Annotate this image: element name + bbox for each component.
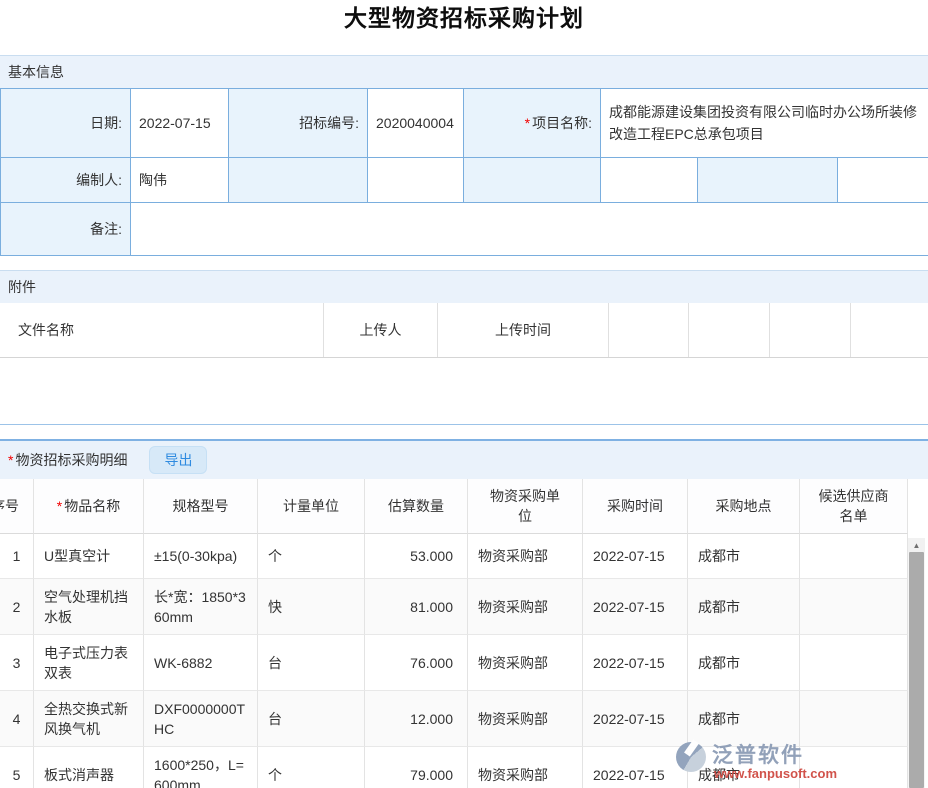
- cell-spec: 长*宽：1850*360mm: [144, 579, 258, 635]
- cell-suppliers: [800, 635, 908, 691]
- required-asterisk: *: [8, 452, 13, 468]
- basic-info-form: 日期: 2022-07-15 招标编号: 2020040004 *项目名称: 成…: [0, 88, 928, 256]
- watermark-brand: 泛普软件: [712, 739, 804, 769]
- table-row: 2 空气处理机挡水板 长*宽：1850*360mm 快 81.000 物资采购部…: [0, 579, 908, 635]
- vendor-watermark: 泛普软件 www.fanpusoft.com: [676, 737, 916, 785]
- cell-qty: 53.000: [365, 534, 468, 579]
- col-purchase-place: 采购地点: [688, 479, 800, 534]
- cell-spec: WK-6882: [144, 635, 258, 691]
- cell-suppliers: [800, 534, 908, 579]
- required-asterisk: *: [525, 115, 530, 131]
- procurement-plan-page: 大型物资招标采购计划 基本信息 日期: 2022-07-15 招标编号: 202…: [0, 0, 928, 788]
- col-unit: 计量单位: [258, 479, 365, 534]
- empty-value-cell: [368, 158, 464, 203]
- cell-item-name: 空气处理机挡水板: [34, 579, 144, 635]
- empty-label-cell: [698, 158, 838, 203]
- details-section-title: 物资招标采购明细: [15, 450, 127, 470]
- attachments-table: 文件名称 上传人 上传时间: [0, 303, 928, 425]
- cell-unit: 台: [258, 635, 365, 691]
- table-row: 3 电子式压力表双表 WK-6882 台 76.000 物资采购部 2022-0…: [0, 635, 908, 691]
- empty-label-cell: [464, 158, 601, 203]
- date-value: 2022-07-15: [131, 89, 229, 158]
- cell-seq: 5: [0, 747, 34, 788]
- cell-unit: 台: [258, 691, 365, 747]
- cell-dept: 物资采购部: [468, 635, 583, 691]
- cell-spec: 1600*250，L=600mm: [144, 747, 258, 788]
- cell-qty: 81.000: [365, 579, 468, 635]
- cell-dept: 物资采购部: [468, 534, 583, 579]
- cell-qty: 12.000: [365, 691, 468, 747]
- bid-no-label: 招标编号:: [229, 89, 368, 158]
- attach-col-empty: [689, 303, 770, 357]
- details-section-header: * 物资招标采购明细 导出: [0, 441, 928, 479]
- cell-seq: 3: [0, 635, 34, 691]
- attach-col-filename: 文件名称: [0, 303, 324, 357]
- table-row: 1 U型真空计 ±15(0-30kpa) 个 53.000 物资采购部 2022…: [0, 534, 908, 579]
- attach-col-uploader: 上传人: [324, 303, 438, 357]
- cell-dept: 物资采购部: [468, 747, 583, 788]
- attach-col-empty: [770, 303, 851, 357]
- cell-spec: ±15(0-30kpa): [144, 534, 258, 579]
- cell-dept: 物资采购部: [468, 579, 583, 635]
- col-purchase-dept: 物资采购单位: [468, 479, 583, 534]
- cell-time: 2022-07-15: [583, 747, 688, 788]
- scroll-up-arrow-icon[interactable]: ▲: [908, 538, 925, 552]
- fanpu-logo-icon: [676, 742, 706, 772]
- col-spec-model: 规格型号: [144, 479, 258, 534]
- project-name-label: *项目名称:: [464, 89, 601, 158]
- cell-qty: 79.000: [365, 747, 468, 788]
- details-header-row: 序号 *物品名称 规格型号 计量单位 估算数量 物资采购单位 采购时间 采购地点…: [0, 479, 908, 534]
- cell-place: 成都市: [688, 579, 800, 635]
- cell-spec: DXF0000000THC: [144, 691, 258, 747]
- cell-item-name: 板式消声器: [34, 747, 144, 788]
- cell-seq: 4: [0, 691, 34, 747]
- author-value: 陶伟: [131, 158, 229, 203]
- remark-label: 备注:: [1, 203, 131, 256]
- empty-label-cell: [229, 158, 368, 203]
- cell-qty: 76.000: [365, 635, 468, 691]
- page-title: 大型物资招标采购计划: [0, 0, 928, 40]
- details-panel: * 物资招标采购明细 导出 序号 *物品名称 规格型号 计量单位 估算数量 物资…: [0, 439, 928, 788]
- attachments-header-row: 文件名称 上传人 上传时间: [0, 303, 928, 358]
- empty-value-cell: [601, 158, 698, 203]
- col-item-name: *物品名称: [34, 479, 144, 534]
- col-candidate-suppliers: 候选供应商名单: [800, 479, 908, 534]
- date-label: 日期:: [1, 89, 131, 158]
- cell-item-name: 全热交换式新风换气机: [34, 691, 144, 747]
- cell-unit: 快: [258, 579, 365, 635]
- cell-place: 成都市: [688, 534, 800, 579]
- author-label: 编制人:: [1, 158, 131, 203]
- bid-no-value: 2020040004: [368, 89, 464, 158]
- cell-place: 成都市: [688, 635, 800, 691]
- basic-info-section-header: 基本信息: [0, 55, 928, 88]
- cell-seq: 2: [0, 579, 34, 635]
- attach-col-upload-time: 上传时间: [438, 303, 609, 357]
- cell-dept: 物资采购部: [468, 691, 583, 747]
- cell-item-name: 电子式压力表双表: [34, 635, 144, 691]
- cell-seq: 1: [0, 534, 34, 579]
- attach-col-empty: [609, 303, 689, 357]
- attachments-section-header: 附件: [0, 270, 928, 303]
- cell-time: 2022-07-15: [583, 534, 688, 579]
- col-purchase-time: 采购时间: [583, 479, 688, 534]
- cell-time: 2022-07-15: [583, 635, 688, 691]
- cell-unit: 个: [258, 747, 365, 788]
- cell-time: 2022-07-15: [583, 579, 688, 635]
- cell-suppliers: [800, 579, 908, 635]
- cell-time: 2022-07-15: [583, 691, 688, 747]
- cell-unit: 个: [258, 534, 365, 579]
- watermark-url: www.fanpusoft.com: [714, 766, 837, 781]
- attach-col-empty: [851, 303, 928, 357]
- remark-value: [131, 203, 928, 256]
- col-seq: 序号: [0, 479, 34, 534]
- project-name-value: 成都能源建设集团投资有限公司临时办公场所装修改造工程EPC总承包项目: [601, 89, 928, 158]
- col-est-qty: 估算数量: [365, 479, 468, 534]
- export-button[interactable]: 导出: [149, 446, 207, 474]
- empty-value-cell: [838, 158, 928, 203]
- cell-item-name: U型真空计: [34, 534, 144, 579]
